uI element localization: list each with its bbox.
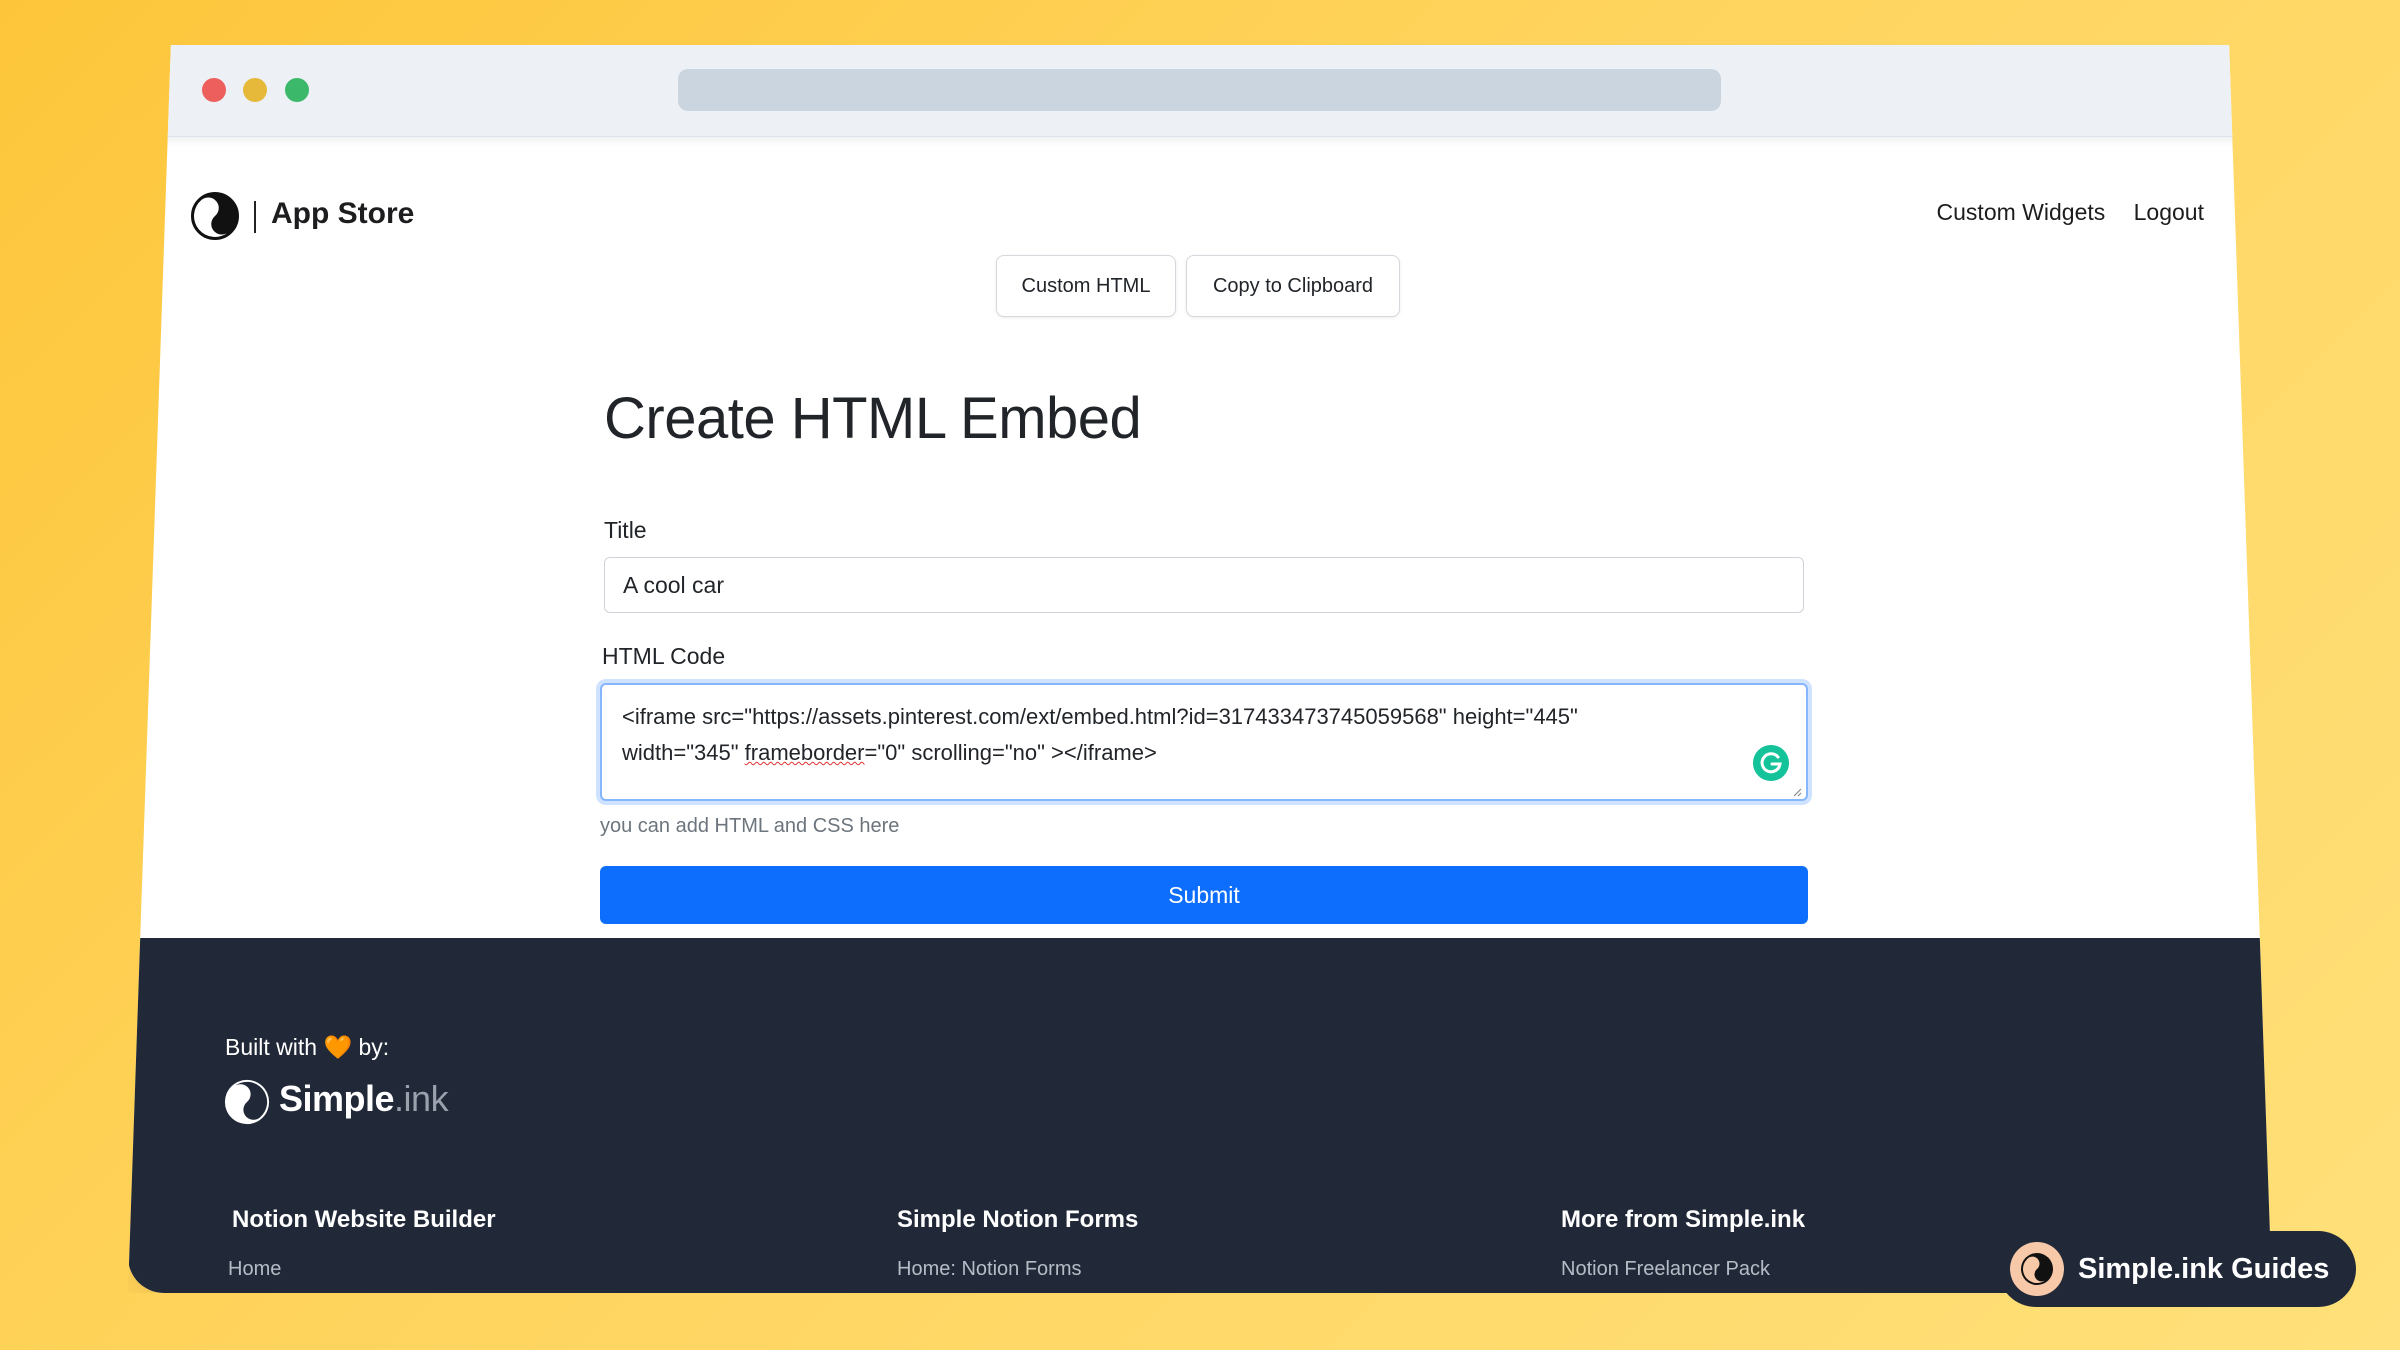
guides-logo-icon xyxy=(2010,1242,2064,1296)
copy-to-clipboard-button[interactable]: Copy to Clipboard xyxy=(1186,255,1400,317)
footer-link-notion-forms-home[interactable]: Home: Notion Forms xyxy=(897,1258,1138,1281)
simple-ink-logo-icon[interactable] xyxy=(223,1078,271,1126)
nav-link-custom-widgets[interactable]: Custom Widgets xyxy=(1937,199,2106,225)
code-line-2-end: ="0" scrolling="no" ></iframe> xyxy=(864,740,1157,765)
toolbar: Custom HTML Copy to Clipboard xyxy=(996,255,1400,317)
heart-icon: 🧡 xyxy=(323,1034,353,1060)
guides-label: Simple.ink Guides xyxy=(2078,1252,2330,1285)
simple-ink-guides-badge[interactable]: Simple.ink Guides xyxy=(1998,1231,2356,1307)
submit-button[interactable]: Submit xyxy=(600,866,1808,924)
html-code-label: HTML Code xyxy=(602,643,726,669)
built-by-label: by: xyxy=(358,1034,390,1060)
code-line-2: width="345" frameborder="0" scrolling="n… xyxy=(622,735,1786,771)
built-with-text: Built with 🧡 by: xyxy=(225,1034,389,1061)
close-window-button[interactable] xyxy=(202,78,226,102)
browser-titlebar xyxy=(128,45,2272,137)
footer-column-more: More from Simple.ink Notion Freelancer P… xyxy=(1561,1206,1805,1281)
footer-column-heading: More from Simple.ink xyxy=(1561,1206,1806,1233)
address-bar[interactable] xyxy=(678,69,1721,111)
code-line-1: <iframe src="https://assets.pinterest.co… xyxy=(622,704,1578,729)
footer-link-home[interactable]: Home xyxy=(228,1258,496,1281)
footer-column-notion-forms: Simple Notion Forms Home: Notion Forms xyxy=(897,1206,1138,1281)
maximize-window-button[interactable] xyxy=(285,78,309,102)
built-with-label: Built with xyxy=(225,1034,318,1060)
page-title: Create HTML Embed xyxy=(604,386,1142,451)
yin-yang-logo-icon[interactable] xyxy=(190,191,240,241)
footer-column-heading: Notion Website Builder xyxy=(232,1206,496,1233)
browser-window: App Store Custom Widgets Logout Custom H… xyxy=(128,45,2272,1293)
title-input[interactable] xyxy=(604,557,1804,613)
footer-link-freelancer-pack[interactable]: Notion Freelancer Pack xyxy=(1561,1258,1805,1281)
navbar: App Store Custom Widgets Logout xyxy=(128,137,2272,240)
footer-column-website-builder: Notion Website Builder Home xyxy=(228,1206,496,1281)
brand-separator xyxy=(254,201,256,233)
simple-ink-wordmark[interactable]: Simple.ink xyxy=(279,1078,449,1120)
custom-html-button[interactable]: Custom HTML xyxy=(996,255,1176,317)
html-code-help-text: you can add HTML and CSS here xyxy=(600,815,900,837)
brand-title[interactable]: App Store xyxy=(271,197,414,231)
nav-link-logout[interactable]: Logout xyxy=(2134,199,2204,225)
grammarly-icon[interactable] xyxy=(1753,745,1789,781)
nav-links: Custom Widgets Logout xyxy=(1915,199,2204,226)
resize-handle-icon[interactable] xyxy=(1792,787,1802,797)
html-code-textarea[interactable]: <iframe src="https://assets.pinterest.co… xyxy=(600,683,1808,801)
footer-column-heading: Simple Notion Forms xyxy=(897,1206,1139,1233)
wordmark-simple: Simple xyxy=(279,1078,395,1119)
spellcheck-word: frameborder xyxy=(744,740,865,765)
minimize-window-button[interactable] xyxy=(243,78,267,102)
footer: Built with 🧡 by: Simple.ink Notion Websi… xyxy=(128,938,2272,1293)
code-line-2-start: width="345" xyxy=(622,740,745,765)
title-label: Title xyxy=(604,517,647,543)
wordmark-ink: .ink xyxy=(394,1078,449,1119)
